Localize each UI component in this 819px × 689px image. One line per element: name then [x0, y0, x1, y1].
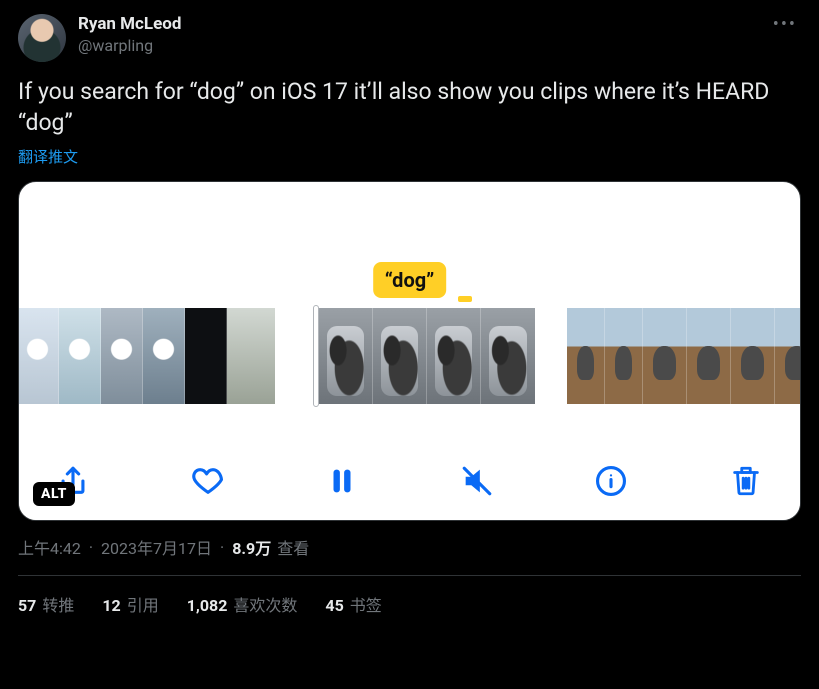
more-menu-button[interactable]: •••	[769, 14, 801, 36]
views-count: 8.9万	[232, 535, 271, 559]
retweets-stat[interactable]: 57转推	[18, 592, 74, 616]
tweet-meta: 上午4:42 · 2023年7月17日 · 8.9万 查看	[18, 535, 801, 559]
info-button[interactable]	[593, 463, 629, 499]
delete-button[interactable]	[728, 463, 764, 499]
tweet-text: If you search for “dog” on iOS 17 it’ll …	[18, 76, 778, 138]
likes-stat[interactable]: 1,082喜欢次数	[187, 592, 298, 616]
bookmarks-stat[interactable]: 45书签	[325, 592, 381, 616]
translate-link[interactable]: 翻译推文	[18, 146, 801, 167]
clip-group-3[interactable]	[567, 308, 801, 404]
media-card[interactable]: “dog”	[18, 181, 801, 521]
display-name: Ryan McLeod	[78, 14, 181, 34]
speaker-muted-icon	[460, 464, 494, 498]
like-button[interactable]	[190, 463, 226, 499]
quotes-stat[interactable]: 12引用	[102, 592, 158, 616]
heart-icon	[191, 464, 225, 498]
tweet-container: Ryan McLeod @warpling ••• If you search …	[0, 0, 819, 616]
clip-group-2[interactable]	[307, 308, 535, 404]
engagement-stats: 57转推 12引用 1,082喜欢次数 45书签	[18, 576, 801, 616]
views-label: 查看	[277, 535, 309, 559]
tooltip-marker	[458, 296, 472, 302]
ios-media-toolbar	[19, 442, 800, 520]
clip-group-1[interactable]	[18, 308, 275, 404]
tweet-time[interactable]: 上午4:42	[18, 535, 81, 559]
user-handle: @warpling	[78, 36, 181, 55]
tweet-header: Ryan McLeod @warpling •••	[18, 14, 801, 62]
video-timeline[interactable]	[19, 308, 800, 404]
alt-badge[interactable]: ALT	[33, 482, 75, 506]
tweet-date[interactable]: 2023年7月17日	[101, 535, 212, 559]
info-icon	[594, 464, 628, 498]
avatar[interactable]	[18, 14, 66, 62]
mute-button[interactable]	[459, 463, 495, 499]
pause-button[interactable]	[324, 463, 360, 499]
user-block[interactable]: Ryan McLeod @warpling	[78, 14, 181, 55]
trash-icon	[729, 464, 763, 498]
pause-icon	[325, 464, 359, 498]
search-term-tooltip: “dog”	[373, 262, 447, 298]
